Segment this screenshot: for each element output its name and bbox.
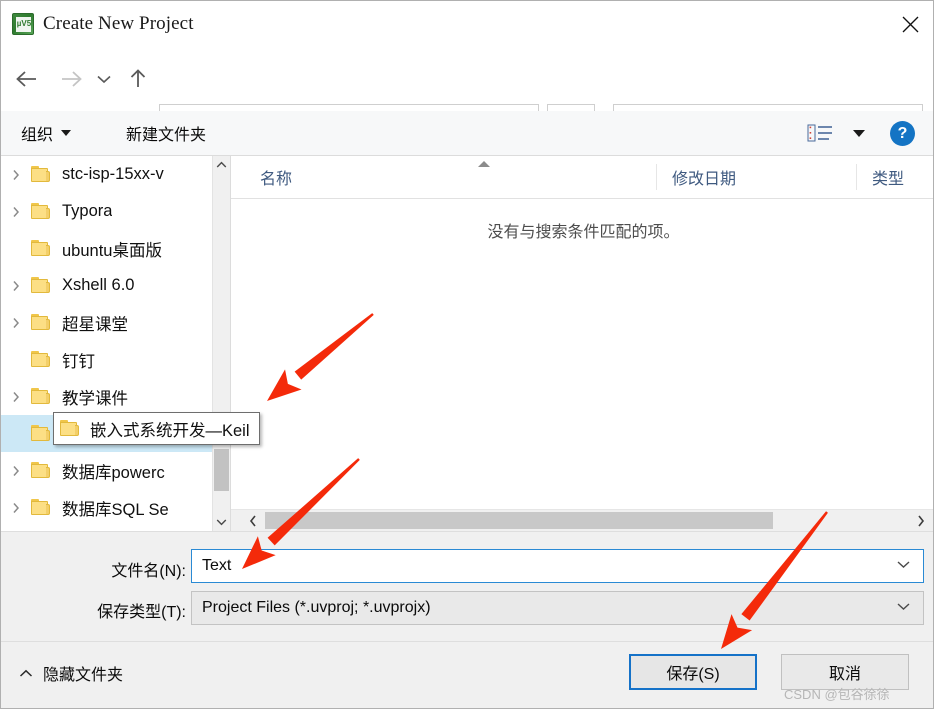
chevron-right-icon[interactable] [1, 317, 31, 329]
help-label: ? [897, 124, 908, 142]
tree-item[interactable]: 数据库powerc [1, 452, 212, 489]
tree-scrollbar-thumb[interactable] [214, 449, 229, 491]
folder-tree-pane: stc-isp-15xx-v Typora ubuntu桌面版 Xshell 6.0 超… [1, 156, 230, 531]
arrow-up-icon[interactable] [121, 59, 155, 99]
save-file-dialog: Create New Project [0, 0, 934, 709]
column-header-date-label: 修改日期 [672, 171, 737, 188]
tree-item-label: Typora [62, 202, 113, 220]
folder-icon [31, 350, 53, 369]
folder-tooltip-label: 嵌入式系统开发—Keil [90, 421, 250, 440]
filename-label: 文件名(N): [111, 563, 186, 580]
chevron-down-icon[interactable] [853, 130, 865, 137]
save-button[interactable]: 保存(S) [629, 654, 757, 690]
chevron-down-icon[interactable] [213, 513, 230, 531]
arrow-left-icon[interactable] [7, 59, 47, 99]
filename-input[interactable]: Text [191, 549, 924, 583]
empty-list-message: 没有与搜索条件匹配的项。 [487, 224, 680, 241]
chevron-right-icon[interactable] [1, 391, 31, 403]
folder-tree: stc-isp-15xx-v Typora ubuntu桌面版 Xshell 6.0 超… [1, 156, 212, 526]
navigation-bar: « Dat... › 嵌入式系统开... 在 嵌入 [1, 47, 933, 142]
new-folder-label: 新建文件夹 [126, 127, 207, 144]
column-header-date[interactable]: 修改日期 [656, 164, 736, 190]
chevron-right-icon[interactable] [911, 510, 931, 531]
chevron-left-icon[interactable] [243, 510, 263, 531]
window-title: Create New Project [43, 13, 194, 34]
sort-ascending-icon [478, 161, 490, 167]
organize-menu-button[interactable]: 组织 [21, 111, 72, 155]
tree-item[interactable]: stc-isp-15xx-v [1, 156, 212, 193]
tree-item-label: 数据库powerc [62, 463, 165, 482]
tree-item-label: stc-isp-15xx-v [62, 165, 164, 183]
tree-item[interactable]: ubuntu桌面版 [1, 230, 212, 267]
view-list-icon[interactable] [803, 120, 837, 146]
chevron-up-icon [19, 666, 33, 681]
keil-uvision-icon [12, 13, 35, 35]
tree-item-label: 教学课件 [62, 389, 128, 408]
chevron-right-icon[interactable] [1, 502, 31, 514]
folder-icon [31, 387, 53, 406]
horizontal-scrollbar-thumb[interactable] [265, 512, 773, 529]
chevron-right-icon[interactable] [1, 206, 31, 218]
folder-icon [31, 461, 53, 480]
folder-icon [31, 239, 53, 258]
savetype-value: Project Files (*.uvproj; *.uvprojx) [202, 599, 431, 616]
file-list-pane: 名称 修改日期 类型 没有与搜索条件匹配的项。 [230, 156, 933, 531]
column-header-type[interactable]: 类型 [856, 164, 904, 190]
hide-folders-toggle[interactable]: 隐藏文件夹 [19, 661, 123, 685]
save-button-label: 保存(S) [666, 666, 720, 683]
folder-icon [31, 498, 53, 517]
folder-icon [31, 276, 53, 295]
new-folder-button[interactable]: 新建文件夹 [126, 111, 206, 155]
file-list-horizontal-scrollbar[interactable] [231, 509, 933, 531]
cancel-button-label: 取消 [828, 666, 861, 683]
chevron-right-icon[interactable] [1, 280, 31, 292]
tree-item[interactable]: Typora [1, 193, 212, 230]
close-icon[interactable] [885, 1, 933, 47]
column-header-type-label: 类型 [872, 171, 905, 188]
arrow-right-icon[interactable] [51, 59, 91, 99]
chevron-down-icon [61, 130, 72, 136]
chevron-right-icon[interactable] [1, 465, 31, 477]
folder-icon [31, 202, 53, 221]
tree-item-label: 数据库SQL Se [62, 500, 169, 519]
tree-item[interactable]: Xshell 6.0 [1, 267, 212, 304]
tree-vertical-scrollbar[interactable] [212, 156, 230, 531]
file-list-header: 名称 修改日期 类型 [231, 156, 933, 199]
help-button[interactable]: ? [890, 121, 915, 146]
column-header-name[interactable]: 名称 [260, 156, 490, 198]
chevron-up-icon[interactable] [213, 156, 230, 174]
tree-item-label: 钉钉 [62, 352, 95, 371]
column-header-name-label: 名称 [260, 171, 293, 188]
folder-icon [31, 313, 53, 332]
folder-icon [31, 424, 53, 443]
organize-label: 组织 [21, 127, 54, 144]
folder-tooltip: 嵌入式系统开发—Keil [53, 412, 260, 445]
hide-folders-label: 隐藏文件夹 [43, 667, 124, 684]
tree-item[interactable]: 钉钉 [1, 341, 212, 378]
chevron-down-icon[interactable] [896, 599, 911, 617]
chevron-right-icon[interactable] [1, 169, 31, 181]
tree-item-label: Xshell 6.0 [62, 276, 135, 294]
folder-icon [60, 419, 82, 438]
command-bar: 组织 新建文件夹 ? [1, 111, 933, 156]
tree-item-label: ubuntu桌面版 [62, 241, 162, 260]
savetype-label: 保存类型(T): [97, 604, 186, 621]
tree-item[interactable]: 教学课件 [1, 378, 212, 415]
tree-item[interactable]: 超星课堂 [1, 304, 212, 341]
tree-item[interactable]: 数据库SQL Se [1, 489, 212, 526]
watermark: CSDN @包谷徐徐 [784, 687, 890, 702]
filename-value: Text [202, 557, 232, 574]
folder-icon [31, 165, 53, 184]
chevron-down-icon[interactable] [89, 59, 119, 99]
savetype-select[interactable]: Project Files (*.uvproj; *.uvprojx) [191, 591, 924, 625]
tree-item-label: 超星课堂 [62, 315, 128, 334]
title-bar: Create New Project [1, 1, 933, 47]
chevron-down-icon[interactable] [896, 557, 911, 575]
